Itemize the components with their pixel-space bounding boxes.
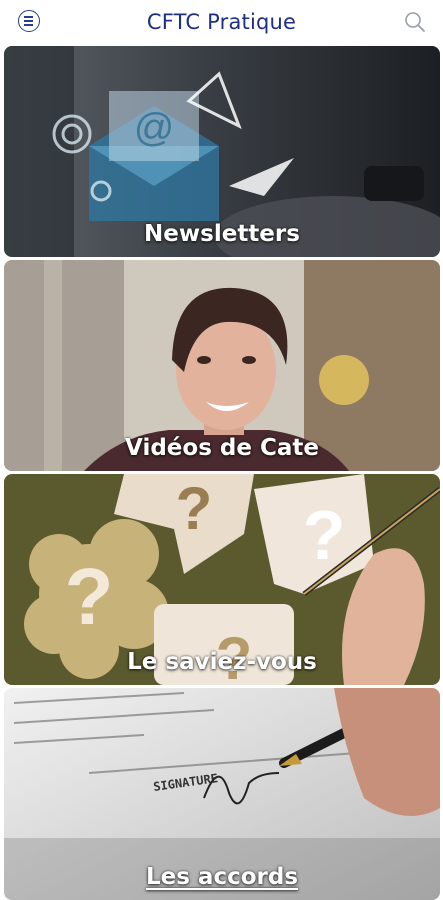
card-le-saviez-vous[interactable]: ? ? ? ? Le saviez-vous (4, 474, 440, 685)
card-label-saviez-vous: Le saviez-vous (127, 649, 317, 675)
svg-text:?: ? (303, 496, 346, 574)
card-videos[interactable]: Vidéos de Cate (4, 260, 440, 471)
card-newsletters[interactable]: @ Newsletters (4, 46, 440, 257)
card-les-accords[interactable]: SIGNATURE Les accords (4, 688, 440, 900)
menu-icon[interactable] (18, 10, 40, 32)
svg-text:@: @ (134, 106, 175, 150)
svg-text:?: ? (176, 475, 213, 542)
card-label-accords: Les accords (145, 864, 299, 890)
card-label-videos: Vidéos de Cate (125, 435, 319, 461)
app-title: CFTC Pratique (146, 10, 297, 34)
app-header: CFTC Pratique (0, 0, 443, 44)
search-icon[interactable] (403, 10, 427, 34)
svg-text:?: ? (65, 552, 114, 641)
card-label-newsletters: Newsletters (144, 221, 300, 247)
